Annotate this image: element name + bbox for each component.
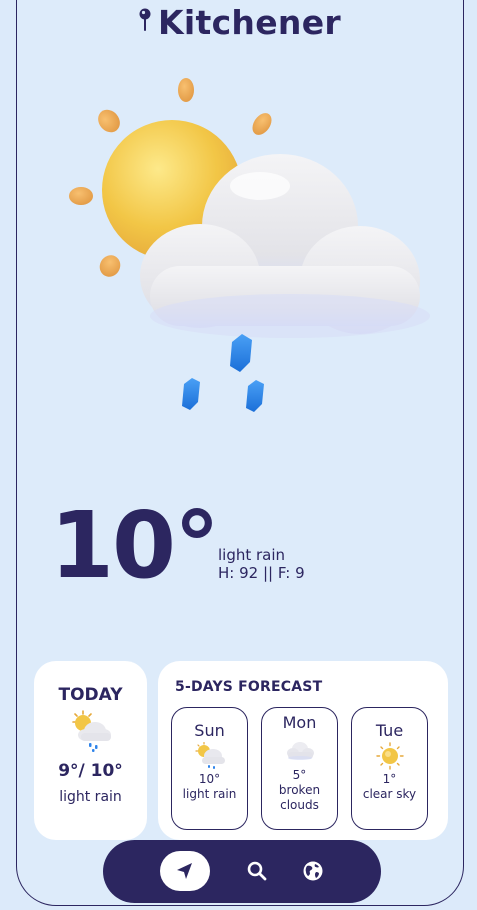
forecast-day-desc: clear sky <box>362 787 417 801</box>
sun-cloud-rain-icon <box>69 709 113 753</box>
today-card: TODAY 9°/ 10° light rain <box>34 661 147 840</box>
current-temperature: 10° <box>50 492 220 599</box>
sun-cloud-rain-icon <box>193 741 227 770</box>
cloud-icon <box>283 738 317 766</box>
forecast-day-temp: 10° <box>198 772 221 786</box>
forecast-day-name: Mon <box>282 713 317 732</box>
forecast-day-temp: 1° <box>382 772 397 786</box>
forecast-card: 5-DAYS FORECAST Sun 10° light rain Mon 5… <box>158 661 448 840</box>
forecast-day-name: Sun <box>194 721 225 740</box>
current-stats: H: 92 || F: 9 <box>218 564 305 582</box>
city-name: Kitchener <box>158 2 341 42</box>
today-description: light rain <box>59 789 122 805</box>
forecast-day[interactable]: Mon 5° broken clouds <box>261 707 338 830</box>
forecast-day[interactable]: Tue 1° clear sky <box>351 707 428 830</box>
search-icon <box>247 861 267 881</box>
search-nav-button[interactable] <box>232 851 282 891</box>
forecast-title: 5-DAYS FORECAST <box>175 679 323 695</box>
current-temperature-block: 10° <box>50 492 220 599</box>
forecast-day-name: Tue <box>375 721 404 740</box>
forecast-day-temp: 5° <box>292 768 307 782</box>
today-title: TODAY <box>58 685 123 705</box>
forecast-day-desc: broken clouds <box>278 783 321 812</box>
sun-icon <box>373 742 407 770</box>
current-details: light rain H: 92 || F: 9 <box>218 546 305 582</box>
forecast-day-desc: light rain <box>182 787 237 801</box>
location-arrow-icon <box>177 863 192 879</box>
globe-icon <box>303 861 323 881</box>
location-nav-button[interactable] <box>160 851 210 891</box>
today-range: 9°/ 10° <box>58 761 123 781</box>
forecast-day[interactable]: Sun 10° light rain <box>171 707 248 830</box>
current-description: light rain <box>218 546 286 564</box>
location-pin-icon <box>136 6 154 38</box>
location-header: Kitchener <box>0 0 477 44</box>
bottom-nav <box>103 840 381 903</box>
globe-nav-button[interactable] <box>288 851 338 891</box>
weather-hero-icon <box>60 66 430 426</box>
